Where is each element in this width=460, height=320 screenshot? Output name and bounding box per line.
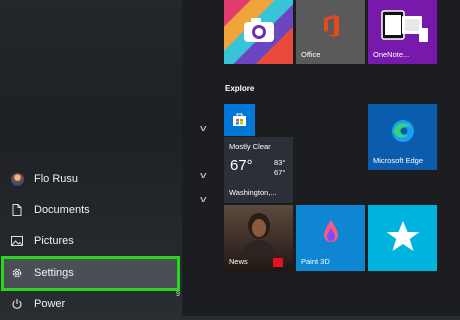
news-tile-label: News [229,257,248,266]
nav-label-pictures: Pictures [34,235,74,247]
user-name: Flo Rusu [34,173,79,185]
chevron-down-icon[interactable]: v [200,123,206,133]
user-account-item[interactable]: Flo Rusu [0,164,182,194]
store-tile[interactable] [224,104,255,136]
weather-temperature: 67° [230,157,253,174]
chevron-down-icon[interactable]: v [200,194,206,204]
store-bag-icon [232,112,247,132]
weather-low: 67° [274,168,286,177]
camera-icon [242,16,276,49]
edge-icon [390,118,416,149]
onenote-devices-icon [376,8,430,49]
office-tile-label: Office [301,50,321,59]
settings-highlight-box [1,256,180,291]
nav-label-power: Power [34,298,66,310]
edge-tile[interactable]: Microsoft Edge [368,104,437,170]
group-title-explore: Explore [225,84,255,93]
paint3d-icon [321,219,341,250]
nav-item-power[interactable]: Power [0,289,182,319]
power-icon [10,297,24,311]
edge-tile-label: Microsoft Edge [373,156,424,165]
taskbar-number: 9 [176,291,180,298]
weather-condition: Mostly Clear [229,142,271,151]
paint3d-tile-label: Paint 3D [301,257,330,266]
weather-location: Washington,... [229,188,277,197]
weather-high: 83° [274,158,286,167]
camera-tile[interactable] [224,0,293,64]
news-photo [242,211,276,262]
office-tile[interactable]: Office [296,0,365,64]
bottom-divider [182,316,460,320]
paint3d-tile[interactable]: Paint 3D [296,205,365,271]
nav-item-documents[interactable]: Documents [0,195,182,225]
avatar [10,172,24,186]
onenote-tile-label: OneNote... [373,50,410,59]
star-icon [385,219,421,260]
nav-label-documents: Documents [34,204,90,216]
news-tile[interactable]: News [224,205,293,271]
news-badge-icon [273,258,283,267]
chevron-down-icon[interactable]: v [200,170,206,180]
weather-tile[interactable]: Mostly Clear 67° 83° 67° Washington,... [224,137,293,203]
star-app-tile[interactable] [368,205,437,271]
office-icon [321,14,341,43]
pictures-icon [10,234,24,248]
group-collapse-column: v v v [182,0,222,320]
document-icon [10,203,24,217]
nav-item-pictures[interactable]: Pictures [0,226,182,256]
onenote-tile[interactable]: OneNote... [368,0,437,64]
